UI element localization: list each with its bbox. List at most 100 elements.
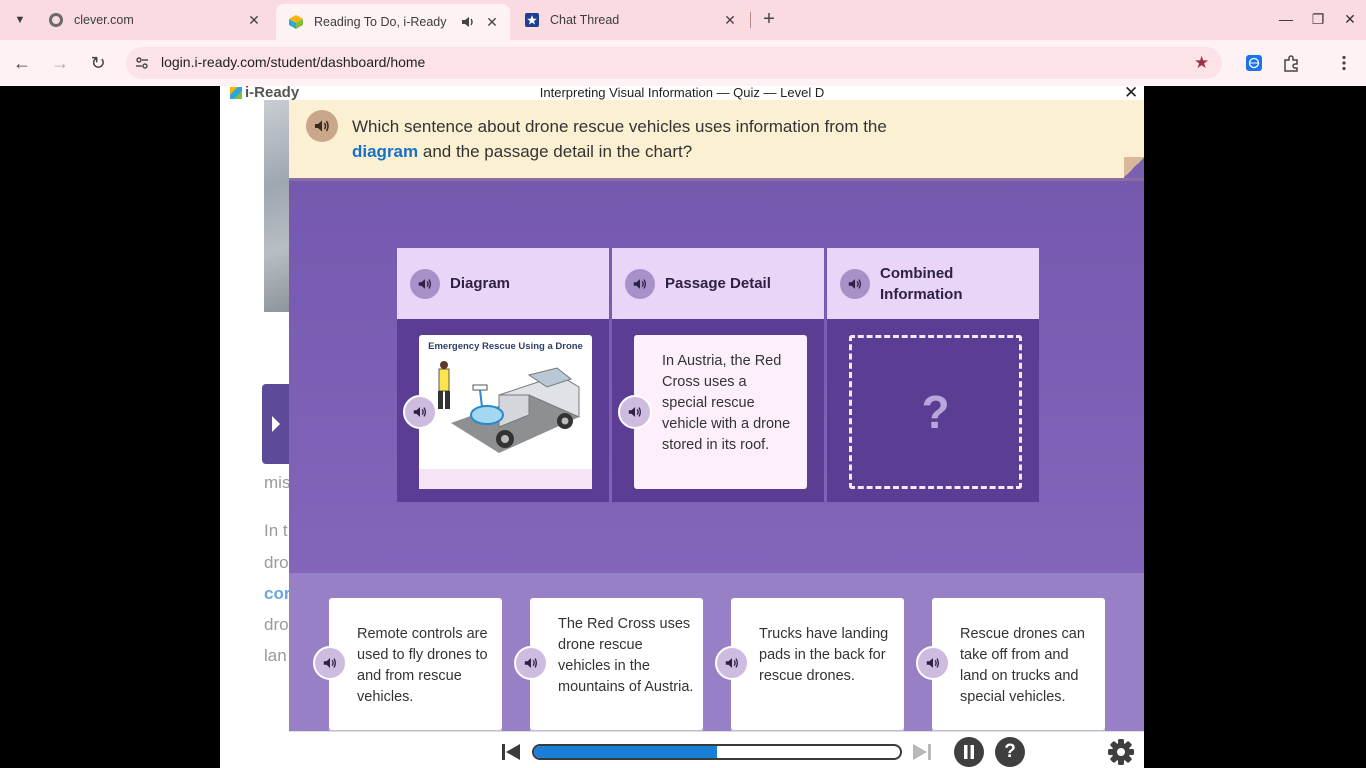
column-label: Diagram <box>450 275 511 292</box>
quiz-header: i-Ready Interpreting Visual Information … <box>220 86 1144 102</box>
background-text-link[interactable]: cor <box>264 584 290 604</box>
speaker-icon <box>633 278 646 289</box>
passage-detail-card: In Austria, the Red Cross uses a special… <box>618 335 807 489</box>
question-text-part: and the passage detail in the chart? <box>418 142 693 161</box>
iready-logo-icon <box>288 14 304 30</box>
tab-search-button[interactable]: ▼ <box>8 8 32 32</box>
speaker-icon <box>413 407 426 417</box>
diagram-audio-button[interactable] <box>403 395 437 429</box>
tab-title: Chat Thread <box>550 13 620 27</box>
column-combined-information: Combined Information ? <box>827 248 1039 502</box>
background-text-line: dro <box>264 553 289 572</box>
speaker-icon <box>524 658 537 668</box>
side-panel-toggle[interactable] <box>262 384 290 464</box>
forward-arrow-icon[interactable]: → <box>48 51 72 75</box>
quiz-footer: ? <box>289 731 1144 768</box>
help-button[interactable]: ? <box>995 737 1025 767</box>
bookmark-star-icon[interactable]: ★ <box>1194 53 1209 73</box>
reload-icon[interactable]: ↻ <box>86 51 110 75</box>
tab-iready[interactable]: Reading To Do, i-Ready ✕ <box>276 4 510 40</box>
translate-extension-icon[interactable] <box>1244 53 1264 73</box>
quiz-panel: Which sentence about drone rescue vehicl… <box>289 100 1144 768</box>
new-tab-button[interactable]: + <box>758 8 780 30</box>
column-audio-button[interactable] <box>840 268 870 299</box>
answer-text: Remote controls are used to fly drones t… <box>357 626 488 705</box>
pause-button[interactable] <box>954 737 984 767</box>
answer-option[interactable]: Remote controls are used to fly drones t… <box>313 598 502 730</box>
background-text-line: lan <box>264 646 287 665</box>
close-icon[interactable]: ✕ <box>722 12 738 28</box>
speaker-icon <box>725 658 738 668</box>
answer-text: Trucks have landing pads in the back for… <box>759 626 889 684</box>
speaker-icon <box>848 278 861 289</box>
answer-audio-button[interactable] <box>514 646 548 680</box>
passage-audio-button[interactable] <box>618 395 652 429</box>
close-icon[interactable]: ✕ <box>484 14 500 30</box>
answer-audio-button[interactable] <box>313 646 347 680</box>
close-icon[interactable]: ✕ <box>246 12 262 28</box>
answer-audio-button[interactable] <box>715 646 749 680</box>
question-audio-button[interactable] <box>306 110 338 142</box>
site-info-icon[interactable] <box>134 55 150 71</box>
back-arrow-icon[interactable]: ← <box>10 51 34 75</box>
answer-drop-zone[interactable]: ? <box>849 335 1022 489</box>
diagram-card: Emergency Rescue Using a Drone <box>403 335 592 489</box>
speaker-icon <box>926 658 939 668</box>
window-close-icon[interactable]: ✕ <box>1339 8 1361 30</box>
gear-icon[interactable] <box>1106 737 1136 767</box>
column-header: Combined Information <box>827 248 1039 319</box>
answer-audio-button[interactable] <box>916 646 950 680</box>
globe-icon <box>48 12 64 28</box>
background-text-line: In t <box>264 521 288 540</box>
answer-text: Rescue drones can take off from and land… <box>960 626 1085 705</box>
diagram-footer <box>419 469 592 489</box>
background-text-line: mis <box>264 473 291 492</box>
play-arrow-icon <box>272 416 280 432</box>
answer-text: The Red Cross uses drone rescue vehicles… <box>558 616 694 695</box>
background-photo <box>264 100 290 312</box>
star-shield-icon <box>524 12 540 28</box>
question-text-part: Which sentence about drone rescue vehicl… <box>352 117 887 136</box>
pause-icon <box>964 745 974 759</box>
answer-option[interactable]: The Red Cross uses drone rescue vehicles… <box>514 598 703 730</box>
column-label: Combined Information <box>880 264 963 303</box>
question-highlight[interactable]: diagram <box>352 142 418 161</box>
column-passage-detail: Passage Detail In Austria, the Red Cross… <box>612 248 824 502</box>
column-audio-button[interactable] <box>625 268 655 299</box>
tab-chat-thread[interactable]: Chat Thread ✕ <box>512 0 748 40</box>
speaker-icon[interactable] <box>460 14 476 30</box>
column-diagram: Diagram Emergency Rescue Using a Drone <box>397 248 609 502</box>
speaker-icon <box>315 120 329 132</box>
column-label: Passage Detail <box>665 275 771 292</box>
column-header: Passage Detail <box>612 248 824 319</box>
tab-title: clever.com <box>74 13 134 27</box>
answer-option[interactable]: Trucks have landing pads in the back for… <box>715 598 904 730</box>
tab-title: Reading To Do, i-Ready <box>314 15 447 29</box>
minimize-icon[interactable]: — <box>1275 8 1297 30</box>
tab-strip: ▼ clever.com ✕ Reading To Do, i-Ready ✕ … <box>0 0 1366 40</box>
passage-detail-text: In Austria, the Red Cross uses a special… <box>662 353 791 453</box>
page-fold <box>1124 157 1144 178</box>
skip-forward-icon[interactable] <box>912 743 932 761</box>
speaker-icon <box>323 658 336 668</box>
background-text-line: dro <box>264 615 289 634</box>
column-header: Diagram <box>397 248 609 319</box>
restore-icon[interactable]: ❐ <box>1307 8 1329 30</box>
question-mark-icon: ? <box>1004 741 1016 762</box>
tab-separator <box>750 12 751 28</box>
extensions-puzzle-icon[interactable] <box>1281 53 1301 73</box>
more-menu-icon[interactable] <box>1334 53 1354 73</box>
progress-fill <box>534 746 717 758</box>
page-content: mis In t dro cor dro lan i-Ready Interpr… <box>220 86 1144 768</box>
question-banner: Which sentence about drone rescue vehicl… <box>289 100 1144 178</box>
speaker-icon <box>628 407 641 417</box>
answer-option[interactable]: Rescue drones can take off from and land… <box>916 598 1105 730</box>
url-text[interactable]: login.i-ready.com/student/dashboard/home <box>161 54 425 70</box>
column-audio-button[interactable] <box>410 268 440 299</box>
progress-bar <box>532 744 902 760</box>
question-text: Which sentence about drone rescue vehicl… <box>352 114 912 164</box>
quiz-title: Interpreting Visual Information — Quiz —… <box>539 86 825 100</box>
chevron-down-icon: ▼ <box>14 14 26 26</box>
tab-clever[interactable]: clever.com ✕ <box>36 0 272 40</box>
skip-back-icon[interactable] <box>501 743 521 761</box>
